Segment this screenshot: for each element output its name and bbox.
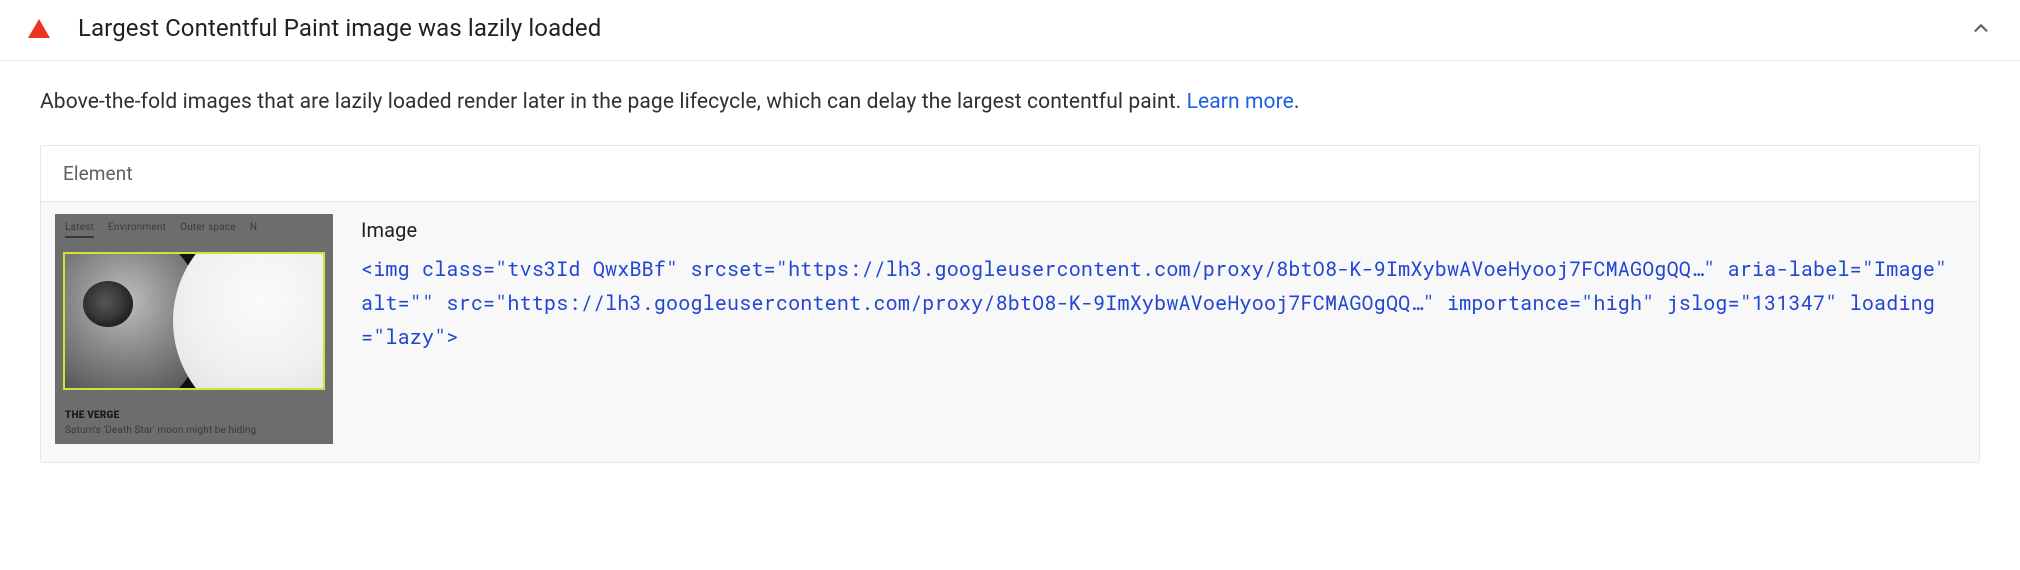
element-label: Image (361, 218, 1957, 242)
audit-item: Largest Contentful Paint image was lazil… (0, 0, 2020, 475)
audit-description: Above-the-fold images that are lazily lo… (40, 87, 1980, 117)
element-table: Element Latest Environment Outer space N (40, 145, 1980, 463)
thumbnail-tab: Environment (108, 222, 166, 238)
thumbnail-footer: THE VERGE Saturn's 'Death Star' moon mig… (65, 410, 323, 436)
thumbnail-tab: Latest (65, 222, 94, 238)
thumbnail-tab: N (250, 222, 257, 238)
thumbnail-tabs: Latest Environment Outer space N (65, 222, 323, 238)
learn-more-link[interactable]: Learn more (1187, 90, 1294, 114)
audit-header-row[interactable]: Largest Contentful Paint image was lazil… (0, 0, 2020, 61)
thumbnail-caption: Saturn's 'Death Star' moon might be hidi… (65, 425, 323, 436)
element-code-snippet: <img class="tvs3Id QwxBBf" srcset="https… (361, 252, 1957, 354)
element-thumbnail: Latest Environment Outer space N THE VER… (55, 214, 333, 444)
thumbnail-crater (83, 281, 133, 327)
thumbnail-moon-right (173, 252, 325, 390)
thumbnail-highlight (63, 252, 325, 390)
audit-description-suffix: . (1294, 90, 1300, 114)
audit-title: Largest Contentful Paint image was lazil… (78, 14, 1970, 42)
warning-triangle-icon (28, 19, 50, 38)
element-detail: Image <img class="tvs3Id QwxBBf" srcset=… (361, 214, 1957, 354)
table-row: Latest Environment Outer space N THE VER… (41, 202, 1979, 462)
thumbnail-brand: THE VERGE (65, 410, 323, 421)
element-table-header: Element (41, 146, 1979, 202)
audit-body: Above-the-fold images that are lazily lo… (0, 61, 2020, 475)
thumbnail-tab: Outer space (180, 222, 236, 238)
audit-description-text: Above-the-fold images that are lazily lo… (40, 90, 1187, 114)
chevron-up-icon[interactable] (1970, 17, 1992, 39)
